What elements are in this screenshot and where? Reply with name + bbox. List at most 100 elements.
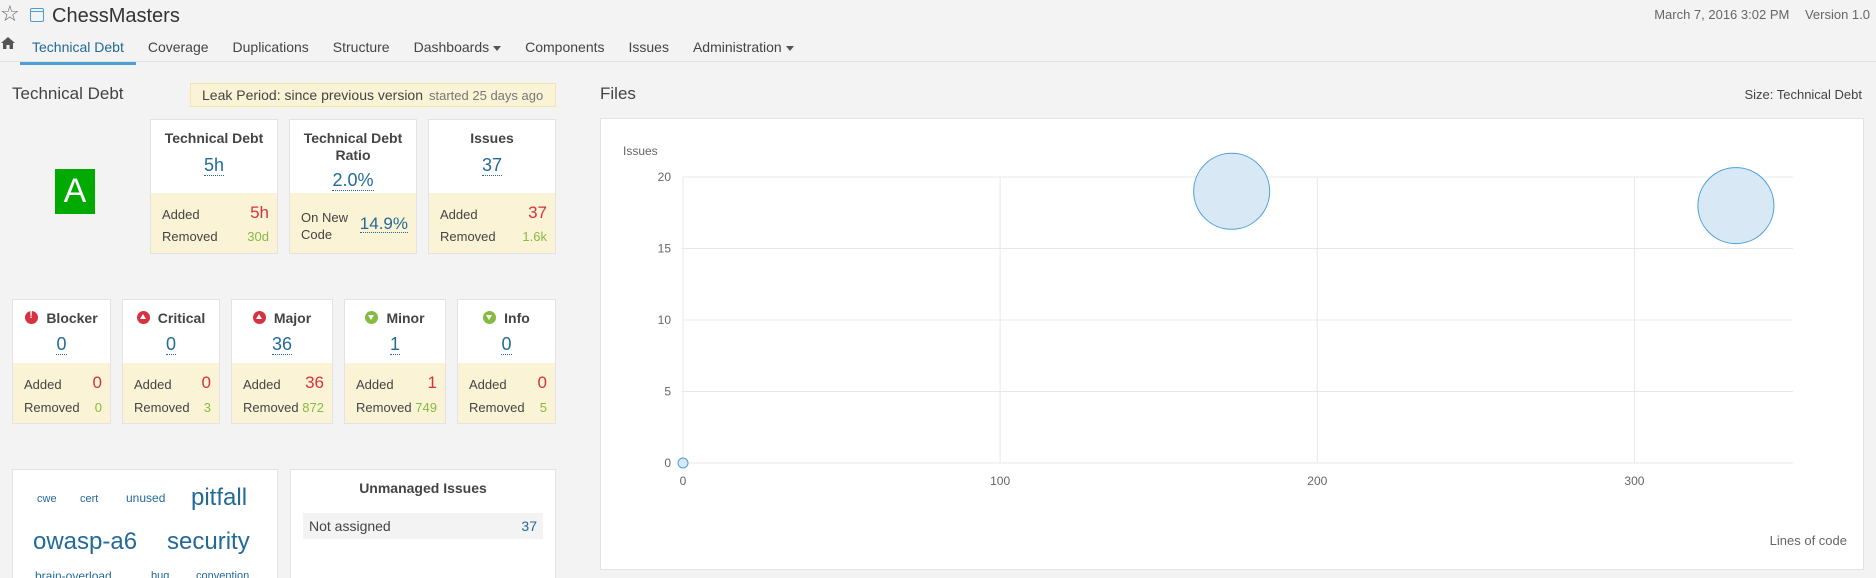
leak-period-banner: Leak Period: since previous version start… <box>190 83 556 107</box>
removed-value[interactable]: 30d <box>247 229 269 244</box>
y-tick-label: 5 <box>664 385 671 399</box>
added-value[interactable]: 0 <box>538 373 547 393</box>
debt-ratio-card: Technical Debt Ratio 2.0% On New Code 14… <box>289 119 417 254</box>
severity-header: Critical <box>123 310 219 326</box>
severity-name: Minor <box>386 310 425 326</box>
file-bubble[interactable] <box>1193 152 1271 230</box>
project-version: Version 1.0 <box>1804 7 1870 22</box>
tag-bug[interactable]: bug <box>151 570 169 578</box>
added-value[interactable]: 0 <box>93 373 102 393</box>
x-axis-label: Lines of code <box>1770 533 1847 548</box>
tab-administration[interactable]: Administration <box>681 34 806 62</box>
added-value[interactable]: 1 <box>428 373 437 393</box>
severity-header: Major <box>232 310 332 326</box>
tab-issues[interactable]: Issues <box>617 34 681 62</box>
not-assigned-row[interactable]: Not assigned 37 <box>303 513 543 539</box>
tag-cloud: cwe cert unused pitfall owasp-a6 securit… <box>12 469 278 578</box>
removed-value[interactable]: 5 <box>540 400 547 415</box>
x-tick-label: 300 <box>1624 474 1644 488</box>
severity-value[interactable]: 36 <box>232 334 332 355</box>
tab-components[interactable]: Components <box>513 34 616 62</box>
severity-name: Info <box>504 310 530 326</box>
added-row: Added 36 <box>243 373 324 392</box>
severity-name: Critical <box>157 310 206 326</box>
tag-cert[interactable]: cert <box>80 493 98 505</box>
added-row: Added 0 <box>24 373 102 392</box>
added-value[interactable]: 37 <box>528 203 547 223</box>
removed-value[interactable]: 3 <box>204 400 211 415</box>
tag-security[interactable]: security <box>167 528 250 556</box>
technical-debt-value[interactable]: 5h <box>151 155 277 176</box>
removed-value[interactable]: 872 <box>302 400 324 415</box>
removed-row: Removed 1.6k <box>440 229 547 244</box>
card-leak-footer: Added 0 Removed 3 <box>123 363 219 423</box>
added-row: Added 0 <box>134 373 211 392</box>
severity-value[interactable]: 0 <box>123 334 219 355</box>
file-bubble[interactable] <box>677 457 689 469</box>
tag-pitfall[interactable]: pitfall <box>191 484 247 512</box>
debt-ratio-value[interactable]: 2.0% <box>290 170 416 191</box>
project-meta: March 7, 2016 3:02 PM Version 1.0 <box>1654 7 1870 22</box>
removed-row: Removed 0 <box>24 400 102 415</box>
removed-value[interactable]: 0 <box>95 400 102 415</box>
severity-card-blocker: Blocker 0 Added 0 Removed 0 <box>12 299 111 424</box>
new-code-ratio-value[interactable]: 14.9% <box>359 215 408 233</box>
tab-coverage[interactable]: Coverage <box>136 34 221 62</box>
favorite-star-icon[interactable]: ☆ <box>0 3 20 25</box>
bubble-chart-svg: Issues Lines of code 051015200 100 200 300 <box>623 144 1847 548</box>
severity-value-text: 0 <box>501 334 512 355</box>
severity-value-text: 36 <box>271 334 293 355</box>
tag-convention[interactable]: convention <box>196 570 249 578</box>
added-value[interactable]: 5h <box>250 203 269 223</box>
y-tick-label: 20 <box>658 170 672 184</box>
tab-technical-debt[interactable]: Technical Debt <box>20 34 136 65</box>
debt-rating-badge[interactable]: A <box>55 169 95 214</box>
home-icon[interactable] <box>0 36 20 52</box>
issues-card: Issues 37 Added 37 Removed 1.6k <box>428 119 556 254</box>
project-name[interactable]: ChessMasters <box>52 3 180 29</box>
x-tick-label: 200 <box>1307 474 1327 488</box>
removed-label: Removed <box>134 400 190 415</box>
issues-value[interactable]: 37 <box>429 155 555 176</box>
unmanaged-issues-title: Unmanaged Issues <box>359 480 487 496</box>
added-row: Added 37 <box>440 203 547 222</box>
card-title: Technical Debt <box>164 130 264 146</box>
severity-card-major: Major 36 Added 36 Removed 872 <box>231 299 333 424</box>
leak-period-label: Leak Period: since previous version <box>202 87 424 103</box>
minor-chevron-down-icon <box>365 311 379 324</box>
not-assigned-label: Not assigned <box>309 518 391 534</box>
tag-brain-overload[interactable]: brain-overload <box>35 569 112 578</box>
severity-value-text: 0 <box>56 334 67 355</box>
leak-period-started: started 25 days ago <box>429 88 544 103</box>
removed-label: Removed <box>356 400 412 415</box>
severity-value[interactable]: 0 <box>13 334 110 355</box>
card-title-line1: Technical Debt <box>303 130 403 146</box>
tab-duplications[interactable]: Duplications <box>221 34 321 62</box>
x-tick-label: 0 <box>680 474 687 488</box>
files-bubble-chart: Issues Lines of code 0 5 10 15 20 0 100 200 300 <box>600 118 1864 570</box>
added-value[interactable]: 0 <box>202 373 211 393</box>
added-label: Added <box>356 377 394 392</box>
not-assigned-count[interactable]: 37 <box>521 513 537 539</box>
severity-value[interactable]: 1 <box>345 334 445 355</box>
tag-unused[interactable]: unused <box>126 491 165 505</box>
tab-dashboards[interactable]: Dashboards <box>402 34 514 62</box>
severity-card-minor: Minor 1 Added 1 Removed 749 <box>344 299 446 424</box>
issues-value-text: 37 <box>481 155 503 176</box>
added-value[interactable]: 36 <box>305 373 324 393</box>
severity-value[interactable]: 0 <box>458 334 555 355</box>
x-tick-label: 100 <box>990 474 1010 488</box>
removed-value[interactable]: 1.6k <box>522 229 547 244</box>
removed-label: Removed <box>469 400 525 415</box>
file-bubble[interactable] <box>1697 167 1775 245</box>
removed-value[interactable]: 749 <box>415 400 437 415</box>
removed-label: Removed <box>440 229 496 244</box>
card-leak-footer: Added 0 Removed 5 <box>458 363 555 423</box>
technical-debt-card: Technical Debt 5h Added 5h Removed 30d <box>150 119 278 254</box>
added-label: Added <box>469 377 507 392</box>
tag-owasp-a6[interactable]: owasp-a6 <box>33 528 137 556</box>
tag-cwe[interactable]: cwe <box>37 493 57 505</box>
tab-structure[interactable]: Structure <box>321 34 402 62</box>
added-label: Added <box>243 377 281 392</box>
severity-card-critical: Critical 0 Added 0 Removed 3 <box>122 299 220 424</box>
